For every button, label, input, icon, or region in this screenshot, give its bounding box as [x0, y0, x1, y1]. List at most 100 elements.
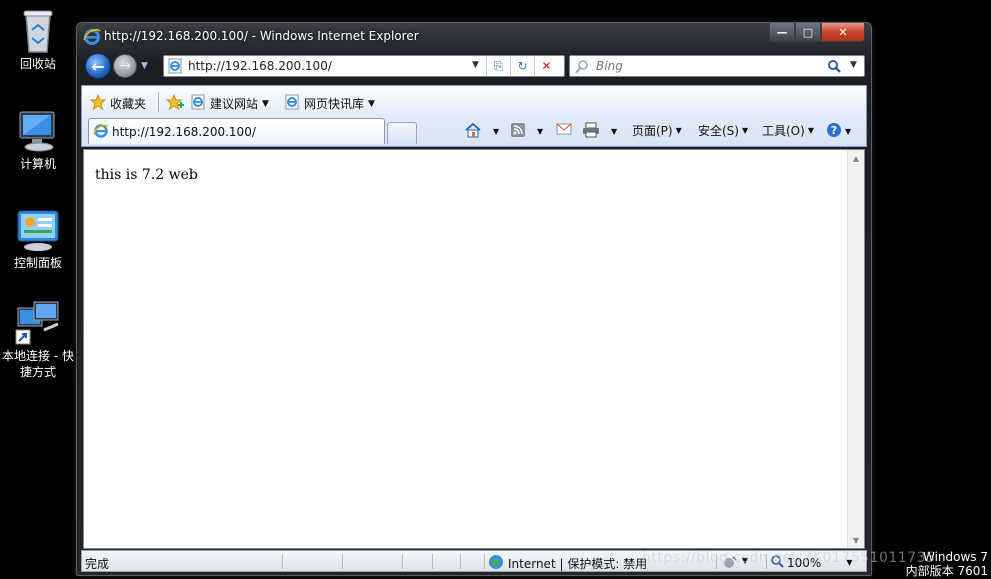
add-to-favorites-bar-button[interactable] — [165, 93, 184, 113]
refresh-icon: ↻ — [517, 59, 528, 73]
feed-icon — [510, 122, 526, 141]
scroll-down-button[interactable]: ▼ — [848, 532, 864, 548]
page-menu-button[interactable]: 页面(P) ▼ — [632, 122, 682, 139]
ie-logo-icon — [83, 28, 101, 46]
safety-menu-button[interactable]: 安全(S) ▼ — [698, 122, 748, 139]
zoom-control[interactable]: 100% ▼ — [770, 554, 852, 571]
chevron-down-icon: ▼ — [368, 98, 375, 109]
toolbar-area: 收藏夹 建议网站 ▼ 网页快讯库 ▼ http://192.168.200.10… — [81, 85, 867, 147]
os-name: Windows 7 — [922, 550, 988, 564]
control-panel-icon — [14, 207, 62, 253]
zoom-icon — [770, 554, 784, 571]
recent-pages-dropdown[interactable]: ▼ — [141, 61, 148, 71]
status-text: 完成 — [85, 557, 110, 571]
forward-button[interactable]: → — [113, 54, 137, 78]
search-input[interactable] — [594, 58, 814, 74]
minimize-button[interactable]: — — [769, 23, 795, 42]
desktop-icon-label: 本地连接 - 快捷方式 — [2, 349, 74, 379]
chevron-down-icon: ▼ — [741, 126, 749, 135]
desktop-icon-recycle-bin[interactable]: 回收站 — [1, 8, 75, 72]
desktop-icon-label: 回收站 — [19, 57, 56, 71]
title-bar[interactable]: http://192.168.200.100/ - Windows Intern… — [77, 23, 871, 51]
ie-page-icon — [284, 94, 300, 113]
safety-menu-label: 安全(S) — [698, 124, 739, 138]
window-controls: — □ ✕ — [769, 23, 865, 42]
print-dropdown[interactable]: ▼ — [611, 127, 617, 136]
help-dropdown[interactable]: ▼ — [845, 127, 851, 136]
tools-menu-button[interactable]: 工具(O) ▼ — [762, 122, 814, 139]
printer-icon — [582, 122, 600, 141]
maximize-button[interactable]: □ — [795, 23, 821, 42]
address-url[interactable]: http://192.168.200.100/ — [188, 59, 332, 73]
recycle-bin-icon — [14, 8, 62, 54]
tools-menu-label: 工具(O) — [762, 124, 805, 138]
desktop-icon-label: 计算机 — [19, 157, 56, 171]
protection-dropdown[interactable]: ▼ — [742, 556, 748, 565]
favorites-label: 收藏夹 — [110, 97, 147, 111]
page-content: this is 7.2 web ▲ ▼ — [83, 149, 865, 549]
desktop-icon-network-shortcut[interactable]: 本地连接 - 快捷方式 — [1, 300, 75, 380]
window-title: http://192.168.200.100/ - Windows Intern… — [104, 29, 419, 43]
computer-icon — [14, 108, 62, 154]
ie-page-icon — [190, 94, 206, 113]
tab-active[interactable]: http://192.168.200.100/ — [88, 118, 385, 144]
back-button[interactable]: ← — [85, 53, 111, 79]
address-dropdown-button[interactable]: ▼ — [472, 60, 479, 70]
desktop-icon-label: 控制面板 — [13, 256, 62, 270]
star-icon — [89, 93, 107, 113]
add-favorite-icon — [165, 93, 184, 113]
os-build: 内部版本 7601 — [905, 564, 988, 578]
status-bar: 完成 Internet | 保护模式: 禁用 ▼ 100% ▼ — [81, 550, 867, 572]
protection-icon[interactable] — [722, 554, 738, 570]
zoom-dropdown: ▼ — [846, 558, 853, 567]
ie-window: http://192.168.200.100/ - Windows Intern… — [76, 22, 872, 576]
web-slice-gallery-button[interactable]: 网页快讯库 ▼ — [284, 94, 375, 113]
page-icon — [167, 58, 183, 74]
address-bar[interactable]: http://192.168.200.100/ ▼ ⎘ ↻ ✕ — [163, 55, 565, 77]
tab-title: http://192.168.200.100/ — [112, 125, 256, 139]
suggested-sites-button[interactable]: 建议网站 ▼ — [190, 94, 269, 113]
search-provider-icon — [574, 59, 590, 75]
ie-tab-icon — [93, 123, 109, 139]
print-button[interactable]: ▼ — [582, 122, 617, 141]
desktop-icon-control-panel[interactable]: 控制面板 — [1, 207, 75, 271]
refresh-button[interactable]: ↻ — [510, 56, 534, 76]
compatibility-icon: ⎘ — [493, 58, 504, 73]
feeds-dropdown[interactable]: ▼ — [537, 127, 543, 136]
web-slice-gallery-label: 网页快讯库 — [304, 97, 365, 111]
network-shortcut-icon — [14, 300, 62, 346]
navigation-row: ← → ▼ http://192.168.200.100/ ▼ ⎘ ↻ ✕ Bi… — [83, 53, 865, 81]
new-tab-button[interactable] — [387, 122, 417, 144]
tab-row: http://192.168.200.100/ ▼ ▼ ▼ 页面(P) ▼ 安全… — [82, 116, 866, 146]
help-button[interactable]: ? ▼ — [826, 122, 851, 141]
stop-button[interactable]: ✕ — [534, 56, 558, 76]
chevron-down-icon: ▼ — [675, 126, 682, 135]
arrow-left-icon: ← — [91, 56, 105, 76]
search-box: ▼ — [569, 55, 865, 77]
favorites-bar: 收藏夹 建议网站 ▼ 网页快讯库 ▼ — [82, 86, 866, 116]
home-dropdown[interactable]: ▼ — [493, 127, 499, 136]
command-bar: ▼ ▼ ▼ 页面(P) ▼ 安全(S) ▼ 工具(O) ▼ ? ▼ — [464, 120, 862, 142]
svg-text:?: ? — [831, 124, 837, 137]
help-icon: ? — [826, 122, 842, 141]
read-mail-button[interactable] — [556, 122, 572, 139]
suggested-sites-label: 建议网站 — [210, 97, 259, 111]
search-icon[interactable] — [826, 59, 842, 75]
vertical-scrollbar[interactable]: ▲ ▼ — [847, 150, 864, 548]
search-options-dropdown[interactable]: ▼ — [850, 60, 857, 70]
scroll-up-button[interactable]: ▲ — [848, 150, 864, 166]
chevron-down-icon: ▼ — [262, 98, 269, 109]
zone-label: Internet | 保护模式: 禁用 — [508, 557, 648, 571]
desktop-icon-computer[interactable]: 计算机 — [1, 108, 75, 172]
zoom-level: 100% — [787, 555, 822, 570]
compatibility-view-button[interactable]: ⎘ — [486, 56, 510, 76]
stop-icon: ✕ — [541, 59, 552, 73]
close-button[interactable]: ✕ — [821, 23, 865, 42]
favorites-divider — [158, 92, 159, 112]
security-zone[interactable]: Internet | 保护模式: 禁用 — [488, 554, 647, 573]
home-button[interactable]: ▼ — [464, 122, 499, 141]
favorites-button[interactable]: 收藏夹 — [89, 93, 147, 113]
feeds-button[interactable]: ▼ — [510, 122, 543, 141]
globe-icon — [488, 554, 504, 573]
home-icon — [464, 122, 482, 141]
